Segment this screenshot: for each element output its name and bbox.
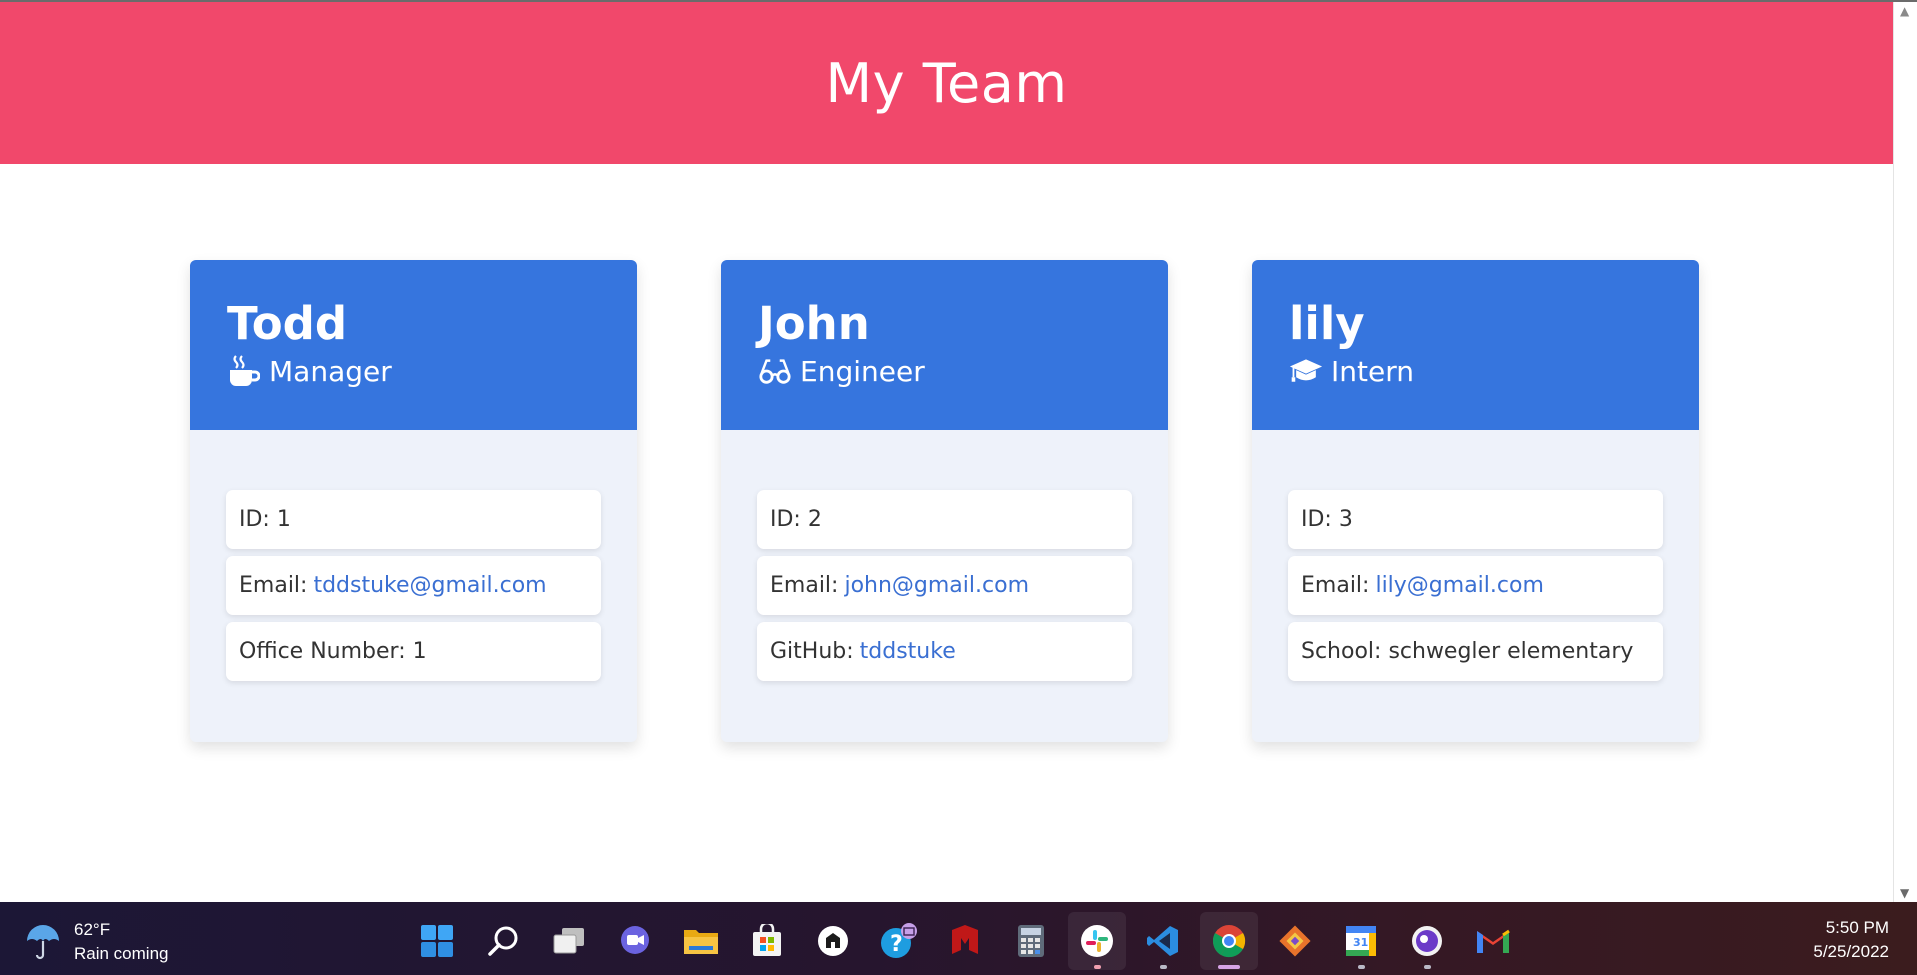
- running-indicator: [1094, 965, 1101, 969]
- card-header: lily Intern: [1252, 260, 1699, 430]
- chrome-icon[interactable]: [1200, 912, 1258, 970]
- glasses-icon: [758, 354, 792, 388]
- taskbar-apps: ? 31: [408, 912, 1530, 970]
- running-indicator: [1424, 965, 1431, 969]
- svg-text:31: 31: [1353, 936, 1368, 949]
- employee-role-label: Manager: [269, 354, 392, 388]
- search-icon[interactable]: [474, 912, 532, 970]
- file-explorer-icon[interactable]: [672, 912, 730, 970]
- clock-time: 5:50 PM: [1825, 918, 1889, 937]
- employee-card-engineer: John Engineer ID: 2 Email: john@gmail.co…: [721, 260, 1168, 742]
- weather-widget[interactable]: 62°F Rain coming: [24, 918, 169, 966]
- employee-id: ID: 1: [226, 490, 601, 549]
- graduation-cap-icon: [1289, 354, 1323, 388]
- weather-text: 62°F Rain coming: [74, 918, 169, 966]
- card-header: Todd Manager: [190, 260, 637, 430]
- employee-email: Email: lily@gmail.com: [1288, 556, 1663, 615]
- clock-date: 5/25/2022: [1813, 942, 1889, 961]
- media-icon[interactable]: [1398, 912, 1456, 970]
- browser-viewport: My Team Todd Manager ID: 1 Email: tddstu…: [0, 2, 1893, 902]
- employee-details: ID: 1 Email: tddstuke@gmail.com Office N…: [190, 430, 637, 681]
- git-icon[interactable]: [1266, 912, 1324, 970]
- email-label: Email:: [1301, 573, 1370, 598]
- running-indicator: [1358, 965, 1365, 969]
- card-header: John Engineer: [721, 260, 1168, 430]
- employee-github: GitHub: tddstuke: [757, 622, 1132, 681]
- help-icon[interactable]: ?: [870, 912, 928, 970]
- scroll-down-arrow-icon[interactable]: ▼: [1900, 886, 1909, 900]
- taskbar: 62°F Rain coming ? 31 5:50 PM 5/25/2022: [0, 902, 1917, 975]
- github-link[interactable]: tddstuke: [860, 639, 956, 664]
- system-clock[interactable]: 5:50 PM 5/25/2022: [1813, 916, 1889, 964]
- vertical-scrollbar[interactable]: ▲ ▼: [1893, 2, 1917, 902]
- weather-desc: Rain coming: [74, 944, 169, 963]
- email-link[interactable]: tddstuke@gmail.com: [313, 573, 546, 598]
- employee-name: Todd: [227, 297, 348, 350]
- vscode-icon[interactable]: [1134, 912, 1192, 970]
- calculator-icon[interactable]: [1002, 912, 1060, 970]
- employee-email: Email: tddstuke@gmail.com: [226, 556, 601, 615]
- umbrella-icon: [24, 921, 62, 963]
- employee-name: lily: [1289, 297, 1365, 350]
- mcafee-icon[interactable]: [936, 912, 994, 970]
- employee-name: John: [758, 297, 870, 350]
- task-view-icon[interactable]: [540, 912, 598, 970]
- page-header: My Team: [0, 2, 1893, 164]
- employee-id: ID: 2: [757, 490, 1132, 549]
- employee-role-label: Intern: [1331, 354, 1414, 388]
- employee-role: Engineer: [758, 354, 1132, 388]
- employee-email: Email: john@gmail.com: [757, 556, 1132, 615]
- screen: My Team Todd Manager ID: 1 Email: tddstu…: [0, 0, 1917, 975]
- email-label: Email:: [770, 573, 839, 598]
- employee-id-text: ID: 1: [239, 507, 291, 532]
- slack-icon[interactable]: [1068, 912, 1126, 970]
- email-label: Email:: [239, 573, 308, 598]
- employee-details: ID: 3 Email: lily@gmail.com School: schw…: [1252, 430, 1699, 681]
- employee-card-intern: lily Intern ID: 3 Email: lily@gmail.com …: [1252, 260, 1699, 742]
- google-calendar-icon[interactable]: 31: [1332, 912, 1390, 970]
- employee-school: School: schwegler elementary: [1288, 622, 1663, 681]
- school-text: School: schwegler elementary: [1301, 639, 1634, 664]
- running-indicator: [1160, 965, 1167, 969]
- employee-role: Manager: [227, 354, 601, 388]
- employee-id-text: ID: 2: [770, 507, 822, 532]
- teams-chat-icon[interactable]: [606, 912, 664, 970]
- email-link[interactable]: lily@gmail.com: [1375, 573, 1543, 598]
- employee-id: ID: 3: [1288, 490, 1663, 549]
- scroll-up-arrow-icon[interactable]: ▲: [1900, 4, 1909, 18]
- office-number-text: Office Number: 1: [239, 639, 427, 664]
- start-icon[interactable]: [408, 912, 466, 970]
- page-title: My Team: [825, 51, 1068, 115]
- employee-role: Intern: [1289, 354, 1663, 388]
- email-link[interactable]: john@gmail.com: [844, 573, 1029, 598]
- employee-id-text: ID: 3: [1301, 507, 1353, 532]
- mug-icon: [227, 354, 261, 388]
- weather-temp: 62°F: [74, 920, 111, 939]
- employee-card-manager: Todd Manager ID: 1 Email: tddstuke@gmail…: [190, 260, 637, 742]
- app-icon[interactable]: [804, 912, 862, 970]
- employee-role-label: Engineer: [800, 354, 925, 388]
- office-number: Office Number: 1: [226, 622, 601, 681]
- github-label: GitHub:: [770, 639, 854, 664]
- gmail-icon[interactable]: [1464, 912, 1522, 970]
- active-indicator: [1218, 965, 1240, 969]
- svg-text:?: ?: [890, 932, 903, 957]
- employee-details: ID: 2 Email: john@gmail.com GitHub: tdds…: [721, 430, 1168, 681]
- microsoft-store-icon[interactable]: [738, 912, 796, 970]
